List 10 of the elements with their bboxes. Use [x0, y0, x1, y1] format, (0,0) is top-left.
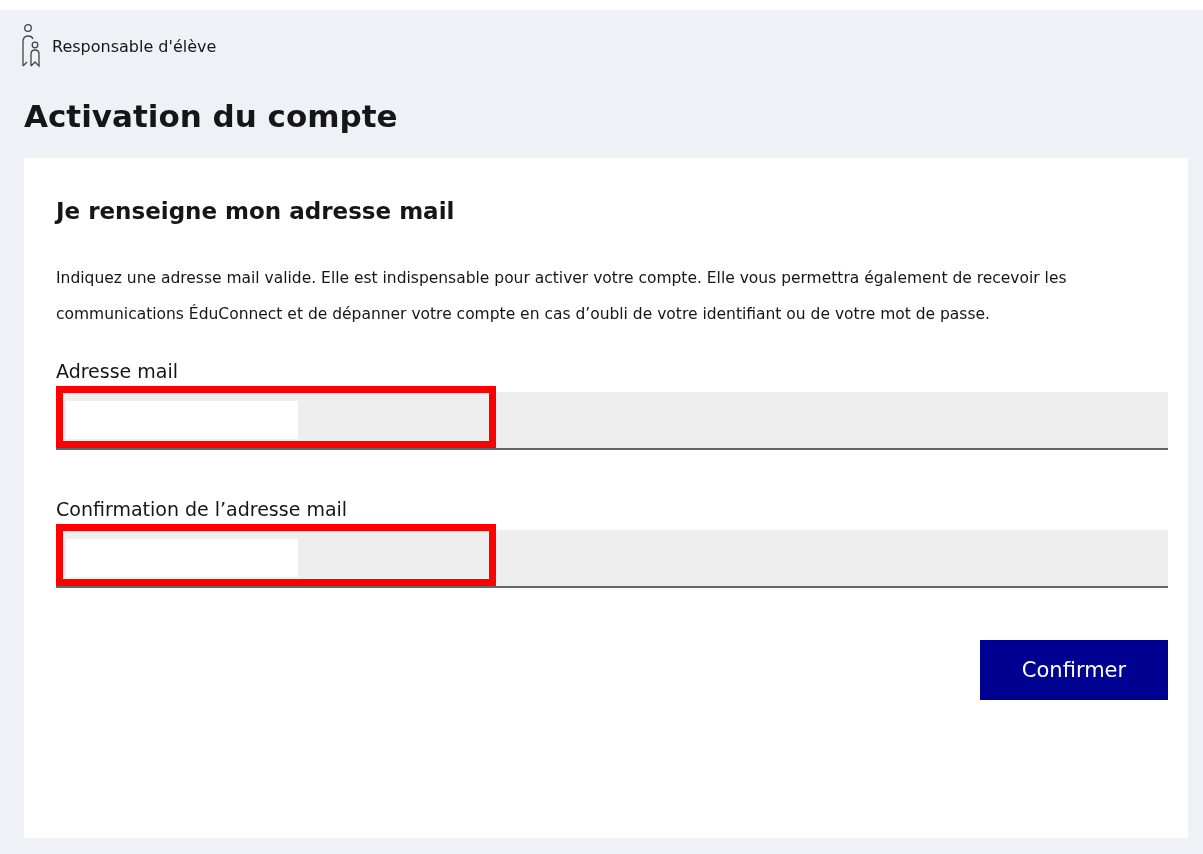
card-title: Je renseigne mon adresse mail: [56, 198, 456, 224]
confirm-button[interactable]: Confirmer: [980, 640, 1168, 700]
field-label: Confirmation de l’adresse mail: [56, 498, 349, 520]
description-text: Indiquez une adresse mail valide. Elle est indispensable pour activer votre compte. Elle vous permettra également de recevoir les communications ÉduConnect et de dépanner votre compte en cas d’oubli de votre identifiant ou de votre mot de passe.: [56, 268, 1068, 325]
role-label: Responsable d'élève: [52, 36, 217, 56]
email-input-field[interactable]: [56, 392, 1168, 450]
email-input-field[interactable]: [56, 530, 1168, 588]
page-title: Activation du compte: [24, 98, 399, 134]
parent-child-icon: [20, 24, 42, 68]
field-label: Adresse mail: [56, 360, 180, 382]
